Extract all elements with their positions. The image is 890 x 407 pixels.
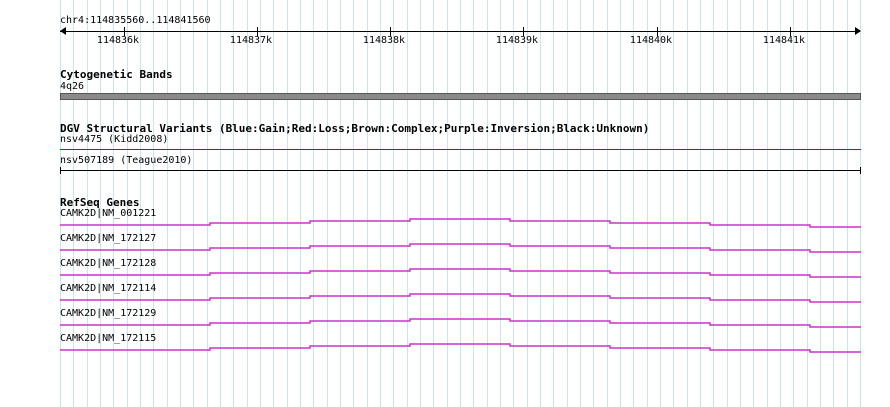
gene-model-line[interactable]: [60, 218, 861, 228]
gene-model-line[interactable]: [60, 318, 861, 328]
refseq-gene-models: [60, 218, 861, 353]
gene-model-line[interactable]: [60, 268, 861, 278]
gene-model-line[interactable]: [60, 343, 861, 353]
genome-browser-view: chr4:114835560..114841560 114836k 114837…: [0, 0, 890, 407]
gene-model-line[interactable]: [60, 293, 861, 303]
gene-model-line[interactable]: [60, 243, 861, 253]
